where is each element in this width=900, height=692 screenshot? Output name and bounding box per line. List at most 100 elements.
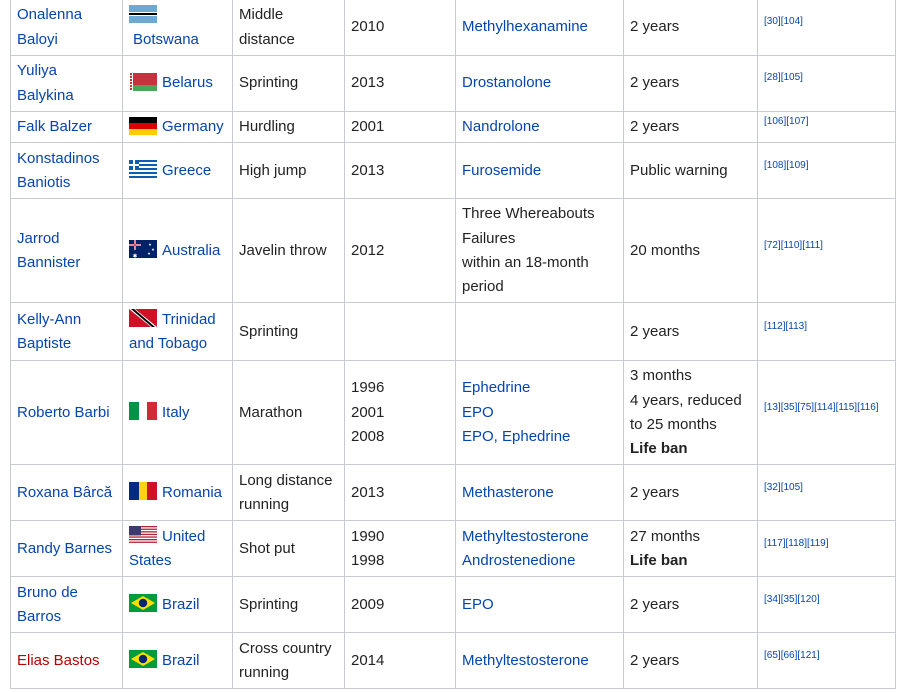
reference-link[interactable]: [105] — [781, 482, 803, 493]
substance-link[interactable]: EPO, Ephedrine — [462, 425, 617, 449]
reference-link[interactable]: [116] — [857, 402, 879, 413]
substance-link[interactable]: Methyltestosterone — [462, 525, 617, 549]
reference-link[interactable]: [106] — [764, 116, 786, 127]
substance-text: within an 18-month — [462, 253, 589, 271]
athlete-name-link[interactable]: Jarrod — [17, 227, 116, 251]
substance-cell: EPO — [455, 576, 624, 634]
athlete-name-link[interactable]: Baptiste — [17, 332, 116, 356]
athlete-name-link[interactable]: Yuliya — [17, 59, 116, 83]
country-link[interactable]: and Tobago — [129, 332, 226, 356]
athlete-name-link[interactable]: Bruno de — [17, 581, 116, 605]
country-link[interactable]: Greece — [162, 162, 211, 179]
athlete-name-link[interactable]: Bannister — [17, 251, 116, 275]
reference-link[interactable]: [75] — [797, 402, 814, 413]
usa-flag-icon — [129, 526, 157, 545]
substance-link[interactable]: EPO — [462, 401, 617, 425]
reference-link[interactable]: [108] — [764, 160, 786, 171]
event-cell: Long distance running — [232, 464, 345, 522]
country-link[interactable]: Romania — [162, 484, 222, 501]
reference-link[interactable]: [66] — [781, 650, 798, 661]
substance-link[interactable]: Furosemide — [462, 159, 617, 183]
reference-link[interactable]: [30] — [764, 16, 781, 27]
brazil-flag-icon — [129, 594, 157, 613]
athlete-name-link[interactable]: Baloyi — [17, 28, 116, 52]
substance-link[interactable]: Drostanolone — [462, 71, 617, 95]
athlete-cell: Roxana Bârcă — [10, 464, 123, 522]
substance-link[interactable]: Methylhexanamine — [462, 15, 617, 39]
athlete-name-link[interactable]: Onalenna — [17, 3, 116, 27]
substance-link[interactable]: Methyltestosterone — [462, 649, 617, 673]
year-cell — [344, 302, 456, 362]
reference-link[interactable]: [72] — [764, 240, 781, 251]
athlete-name-link[interactable]: Balykina — [17, 84, 116, 108]
country-link[interactable]: Trinidad — [162, 311, 216, 328]
reference-link[interactable]: [35] — [781, 594, 798, 605]
reference-link[interactable]: [118] — [786, 538, 808, 549]
reference-link[interactable]: [13] — [764, 402, 781, 413]
reference-link[interactable]: [117] — [764, 538, 786, 549]
athlete-name-link[interactable]: Barros — [17, 605, 116, 629]
substance-link[interactable]: Androstenedione — [462, 549, 617, 573]
country-cell: Botswana — [122, 0, 233, 56]
event-text: Long distance — [239, 471, 333, 489]
country-link[interactable]: States — [129, 549, 226, 573]
country-link[interactable]: United — [162, 528, 205, 545]
reference-link[interactable]: [110] — [781, 240, 803, 251]
athlete-name-link[interactable]: Falk Balzer — [17, 115, 116, 139]
reference-link[interactable]: [105] — [781, 72, 803, 83]
country-link[interactable]: Botswana — [133, 28, 226, 52]
athlete-name-link[interactable]: Randy Barnes — [17, 537, 116, 561]
reference-link[interactable]: [115] — [836, 402, 858, 413]
athlete-name-link[interactable]: Elias Bastos — [17, 649, 116, 673]
athlete-name-link[interactable]: Konstadinos — [17, 147, 116, 171]
substance-link[interactable]: EPO — [462, 593, 617, 617]
event-text: Sprinting — [239, 74, 299, 92]
year-cell: 2013 — [344, 464, 456, 522]
reference-link[interactable]: [109] — [786, 160, 808, 171]
country-link[interactable]: Brazil — [162, 596, 200, 613]
ban-text: 4 years, reduced — [630, 391, 742, 409]
romania-flag-icon — [129, 482, 157, 501]
event-cell: Sprinting — [232, 576, 345, 634]
reference-link[interactable]: [104] — [781, 16, 803, 27]
country-link[interactable]: Germany — [162, 118, 224, 135]
country-link[interactable]: Brazil — [162, 652, 200, 669]
life-ban-text: Life ban — [630, 439, 688, 457]
reference-link[interactable]: [119] — [807, 538, 829, 549]
country-cell: Australia — [122, 198, 233, 304]
reference-link[interactable]: [113] — [786, 321, 808, 332]
reference-link[interactable]: [28] — [764, 72, 781, 83]
reference-link[interactable]: [112] — [764, 321, 786, 332]
substance-link[interactable]: Methasterone — [462, 481, 617, 505]
reference-link[interactable]: [35] — [781, 402, 798, 413]
reference-link[interactable]: [34] — [764, 594, 781, 605]
reference-link[interactable]: [32] — [764, 482, 781, 493]
athlete-name-link[interactable]: Roberto Barbi — [17, 401, 116, 425]
table-row: Falk Balzer Germany Hurdling 2001 Nandrolone… — [10, 110, 896, 144]
country-link[interactable]: Australia — [162, 242, 220, 259]
references-cell: [112][113] — [757, 302, 896, 362]
event-cell: Javelin throw — [232, 198, 345, 304]
substance-link[interactable]: Ephedrine — [462, 376, 617, 400]
reference-link[interactable]: [121] — [797, 650, 819, 661]
ban-cell: 2 years — [623, 576, 758, 634]
reference-link[interactable]: [65] — [764, 650, 781, 661]
ban-text: 2 years — [630, 651, 680, 669]
year-text: 2013 — [351, 483, 385, 501]
athlete-name-link[interactable]: Roxana Bârcă — [17, 481, 116, 505]
athlete-name-link[interactable]: Baniotis — [17, 171, 116, 195]
athlete-cell: Falk Balzer — [10, 110, 123, 144]
reference-link[interactable]: [120] — [797, 594, 819, 605]
ban-cell: Public warning — [623, 142, 758, 200]
reference-link[interactable]: [111] — [802, 240, 823, 251]
country-link[interactable]: Belarus — [162, 74, 213, 91]
botswana-flag-icon — [129, 4, 157, 23]
references-cell: [32][105] — [757, 464, 896, 522]
event-text: Cross country — [239, 639, 332, 657]
country-cell: Brazil — [122, 576, 233, 634]
country-link[interactable]: Italy — [162, 404, 190, 421]
reference-link[interactable]: [114] — [814, 402, 836, 413]
athlete-name-link[interactable]: Kelly-Ann — [17, 308, 116, 332]
substance-link[interactable]: Nandrolone — [462, 115, 617, 139]
reference-link[interactable]: [107] — [786, 116, 808, 127]
